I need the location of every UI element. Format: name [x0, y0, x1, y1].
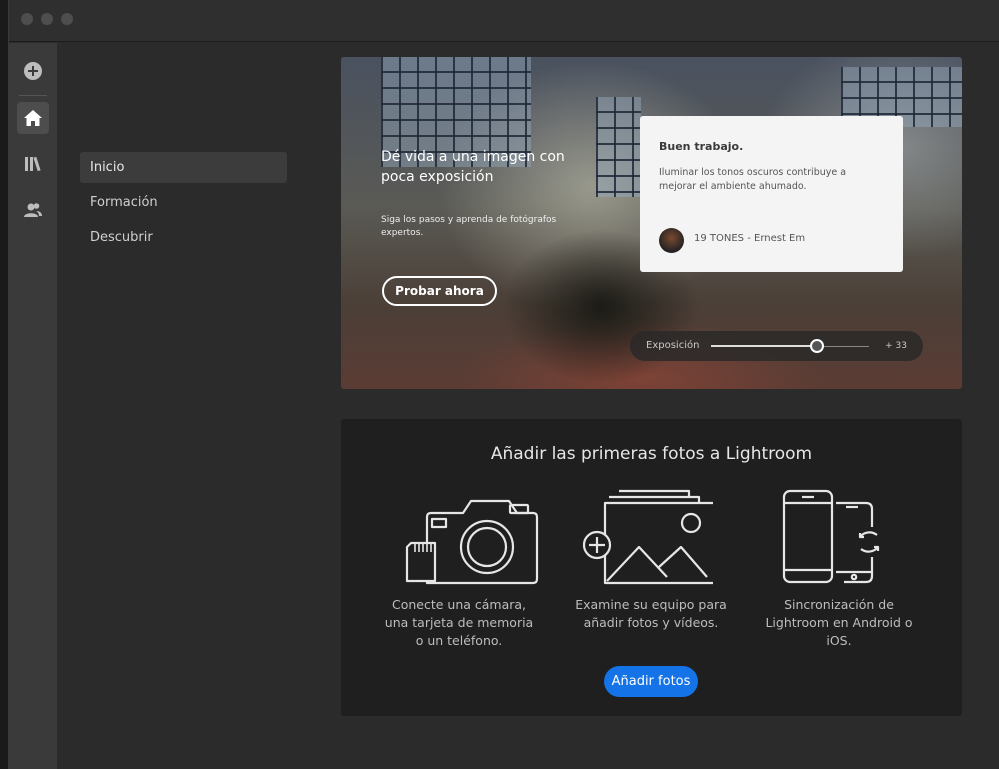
option-text-camera: Conecte una cámara, una tarjeta de memor… — [384, 597, 534, 648]
option-text-mobile: Sincronización de Lightroom en Android o… — [765, 597, 913, 648]
exposure-value: + 33 — [885, 341, 907, 351]
tip-card: Buen trabajo. Iluminar los tonos oscuros… — [640, 116, 903, 272]
home-rail-button[interactable] — [17, 102, 49, 134]
factory-window-decoration — [596, 97, 641, 197]
sidebar-item-inicio[interactable]: Inicio — [80, 152, 287, 183]
exposure-slider: Exposición + 33 — [630, 331, 923, 361]
camera-card-icon — [405, 499, 539, 585]
author-avatar — [659, 228, 684, 253]
phone-sync-icon — [782, 489, 880, 584]
people-rail-button[interactable] — [17, 194, 49, 226]
home-icon — [24, 110, 42, 126]
add-photos-rail-button[interactable] — [17, 55, 49, 87]
people-icon — [24, 203, 42, 217]
hero-subtitle: Siga los pasos y aprenda de fotógrafos e… — [381, 215, 557, 238]
exposure-label: Exposición — [646, 340, 700, 351]
option-text-computer: Examine su equipo para añadir fotos y ví… — [575, 597, 727, 630]
rail-divider — [19, 95, 47, 96]
sidebar-item-formacion[interactable]: Formación — [80, 187, 287, 218]
panel-title: Añadir las primeras fotos a Lightroom — [490, 444, 813, 464]
tip-card-title: Buen trabajo. — [659, 140, 744, 153]
add-photos-panel: Añadir las primeras fotos a Lightroom Co… — [341, 419, 962, 716]
sidebar-item-descubrir[interactable]: Descubrir — [80, 222, 287, 253]
hero-title: Dé vida a una imagen con poca exposición — [381, 149, 565, 185]
add-photos-button[interactable]: Añadir fotos — [604, 666, 698, 697]
library-rail-button[interactable] — [17, 148, 49, 180]
author-name: 19 TONES - Ernest Em — [694, 233, 806, 244]
tool-rail — [9, 43, 57, 769]
add-icon — [24, 62, 42, 80]
minimize-window-button[interactable] — [41, 13, 53, 25]
exposure-track[interactable] — [711, 339, 869, 353]
exposure-fill — [711, 345, 817, 347]
try-now-button[interactable]: Probar ahora — [382, 276, 497, 306]
zoom-window-button[interactable] — [61, 13, 73, 25]
hero-banner: Dé vida a una imagen con poca exposición… — [341, 57, 962, 389]
exposure-thumb[interactable] — [809, 339, 824, 353]
tip-card-text: Iluminar los tonos oscuros contribuye a … — [659, 167, 847, 192]
add-photo-icon — [583, 489, 713, 585]
title-bar — [9, 0, 999, 42]
library-icon — [25, 156, 41, 172]
sidebar-nav: Inicio Formación Descubrir — [57, 43, 327, 769]
close-window-button[interactable] — [21, 13, 33, 25]
app-window: Inicio Formación Descubrir Dé vida a una… — [8, 0, 999, 769]
